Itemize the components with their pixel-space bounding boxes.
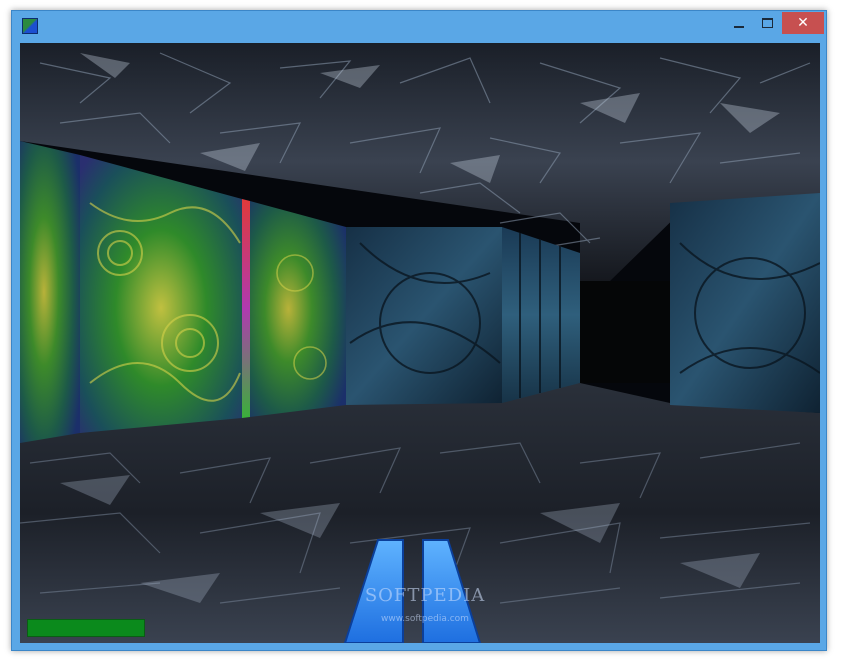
maximize-icon [761, 18, 773, 28]
watermark-text: SOFTPEDIA [364, 585, 486, 606]
app-window: ✕ SOFTPEDIA www.softpedia.com [11, 10, 827, 651]
minimize-button[interactable] [726, 12, 752, 34]
app-icon[interactable] [22, 18, 38, 34]
corridor-depth [580, 281, 670, 383]
health-bar [27, 619, 145, 637]
game-scene [20, 43, 820, 643]
title-bar[interactable]: ✕ [12, 11, 826, 43]
blue-wall-right [670, 193, 820, 413]
fractal-wall-left [20, 141, 80, 443]
maximize-button[interactable] [754, 12, 780, 34]
close-button[interactable]: ✕ [782, 12, 824, 34]
close-icon: ✕ [797, 15, 809, 31]
fractal-wall-third [250, 201, 346, 417]
game-viewport[interactable]: SOFTPEDIA www.softpedia.com [20, 43, 820, 643]
fractal-wall-middle [80, 155, 242, 433]
wall-stripe [242, 199, 250, 418]
watermark-url: www.softpedia.com [381, 614, 469, 624]
minimize-icon [734, 26, 744, 28]
